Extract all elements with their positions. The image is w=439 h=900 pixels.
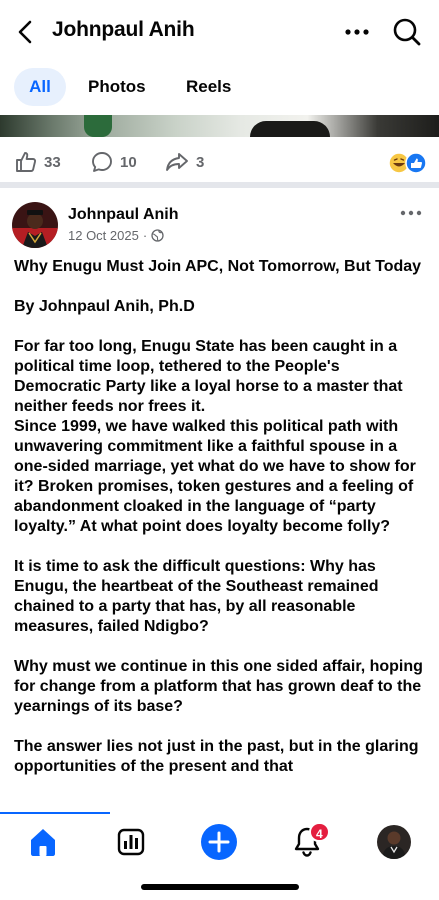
post-paragraph: Why must we continue in this one sided a…: [14, 658, 423, 715]
home-icon[interactable]: [25, 824, 61, 860]
post-paragraph: It is time to ask the difficult question…: [14, 558, 379, 635]
home-indicator: [141, 884, 299, 890]
profile-tabs: All Photos Reels: [0, 64, 439, 110]
post-paragraph: The answer lies not just in the past, bu…: [14, 738, 419, 775]
engagement-bar: 33 10 3: [0, 140, 439, 184]
share-count: 3: [196, 153, 205, 171]
notification-badge: 4: [309, 822, 330, 842]
top-bar: Johnpaul Anih: [0, 0, 439, 64]
chart-icon[interactable]: [113, 824, 149, 860]
comment-count: 10: [120, 153, 137, 171]
post-headline: Why Enugu Must Join APC, Not Tomorrow, B…: [14, 258, 422, 275]
share-button[interactable]: 3: [164, 150, 204, 174]
like-count: 33: [44, 153, 61, 171]
post-text: Why Enugu Must Join APC, Not Tomorrow, B…: [14, 257, 428, 812]
post-date[interactable]: 12 Oct 2025: [68, 228, 139, 243]
like-button[interactable]: 33: [14, 150, 61, 174]
comment-icon: [92, 152, 112, 172]
post-options-icon[interactable]: [400, 208, 422, 218]
more-icon[interactable]: [344, 24, 370, 40]
tab-all[interactable]: All: [14, 68, 66, 106]
feed-divider: [0, 182, 439, 188]
like-icon: [16, 152, 37, 172]
post-paragraph: Since 1999, we have walked this politica…: [14, 418, 416, 535]
page-title: Johnpaul Anih: [52, 18, 195, 41]
post-meta: 12 Oct 2025 ·: [68, 228, 164, 243]
back-arrow-icon[interactable]: [14, 18, 38, 46]
post-paragraph: For far too long, Enugu State has been c…: [14, 338, 403, 415]
image-detail: [84, 115, 112, 137]
profile-avatar[interactable]: [377, 825, 411, 859]
tab-reels[interactable]: Reels: [186, 68, 231, 106]
meta-separator: ·: [142, 228, 148, 243]
post-author[interactable]: Johnpaul Anih: [68, 206, 179, 224]
avatar-image: [12, 202, 58, 248]
tab-photos[interactable]: Photos: [88, 68, 146, 106]
image-detail: [250, 121, 330, 137]
post-header: Johnpaul Anih 12 Oct 2025 ·: [0, 192, 439, 252]
comment-button[interactable]: 10: [90, 150, 137, 174]
profile-image: [377, 825, 411, 859]
search-icon[interactable]: [392, 17, 422, 47]
active-tab-indicator: [0, 812, 110, 814]
globe-icon: [151, 229, 164, 242]
previous-post-image[interactable]: [0, 115, 439, 137]
post-byline: By Johnpaul Anih, Ph.D: [14, 298, 195, 315]
plus-icon[interactable]: [200, 823, 238, 861]
author-avatar[interactable]: [12, 202, 58, 248]
share-icon: [166, 153, 188, 171]
reactions-icon[interactable]: [388, 152, 428, 174]
